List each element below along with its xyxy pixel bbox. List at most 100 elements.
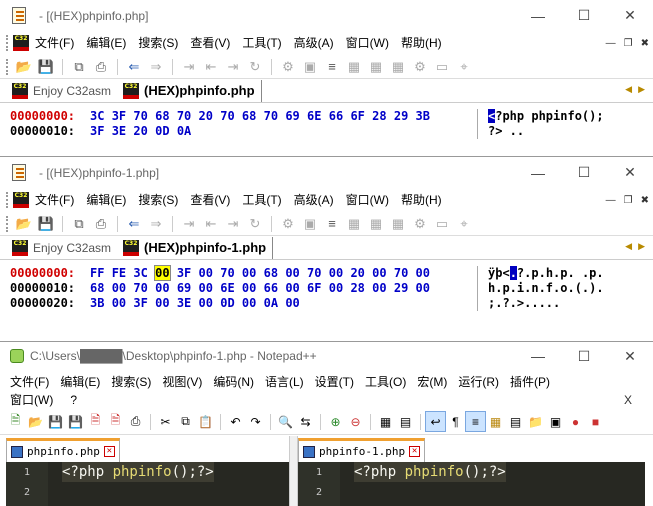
cut-icon[interactable]: ✂ [156, 412, 175, 431]
hex-icon[interactable]: ▣ [299, 56, 321, 78]
follow-icon[interactable]: ↻ [244, 213, 266, 235]
mdi-restore-button[interactable]: ❐ [624, 38, 633, 49]
hex-byte[interactable]: 68 [264, 266, 278, 280]
mdi-minimize-button[interactable]: — [606, 195, 616, 206]
hex-byte[interactable]: 68 [242, 109, 256, 123]
ascii-column[interactable]: <?php phpinfo(); ?> .. [478, 109, 604, 139]
tab-enjoy-c32asm[interactable]: C32 Enjoy C32asm [6, 237, 117, 259]
hex-byte[interactable]: 00 [112, 281, 126, 295]
tab-hex-phpinfo[interactable]: C32 (HEX)phpinfo.php [117, 79, 262, 102]
menu-tools[interactable]: 工具(O) [365, 375, 406, 389]
code-text[interactable]: <?php phpinfo();?> [48, 462, 214, 506]
menu-encoding[interactable]: 编码(N) [213, 375, 254, 389]
table-icon[interactable]: ▦ [343, 213, 365, 235]
minimize-button[interactable]: — [515, 342, 561, 370]
jump-back-icon[interactable]: ⇤ [200, 213, 222, 235]
pin-icon[interactable]: ⌖ [453, 213, 475, 235]
window-icon[interactable]: ▭ [431, 56, 453, 78]
doc-map-icon[interactable]: ▦ [486, 412, 505, 431]
menu-window[interactable]: 窗口(W) [340, 188, 395, 212]
folder-workspace-icon[interactable]: 📁 [526, 412, 545, 431]
tab-right-arrow-icon[interactable]: ▶ [638, 241, 645, 252]
hex-byte[interactable]: 6E [220, 281, 234, 295]
hex-byte[interactable]: 70 [177, 109, 191, 123]
menu-plugins[interactable]: 插件(P) [510, 375, 550, 389]
pane-splitter[interactable] [289, 436, 298, 506]
tab-close-icon[interactable]: ✕ [103, 446, 115, 457]
mdi-minimize-button[interactable]: — [606, 38, 616, 49]
mdi-close-button[interactable]: ✖ [641, 38, 649, 49]
menu-tools[interactable]: 工具(T) [236, 31, 287, 55]
menu-tools[interactable]: 工具(T) [236, 188, 287, 212]
menu-file[interactable]: 文件(F) [29, 31, 80, 55]
menu-settings[interactable]: 设置(T) [315, 375, 354, 389]
hex-byte[interactable]: 70 [307, 266, 321, 280]
hex-byte[interactable]: 70 [133, 281, 147, 295]
hex-byte[interactable]: FE [112, 266, 126, 280]
close-button[interactable]: ✕ [607, 342, 653, 370]
hex-byte[interactable]: 3F [133, 296, 147, 310]
hex-byte[interactable]: 00 [285, 296, 299, 310]
hex-bytes[interactable]: 3C 3F 70 68 70 20 70 68 70 69 6E 66 6F 28 29 3B 3F 3E 20 0D… [82, 109, 478, 139]
menu-view[interactable]: 查看(V) [184, 188, 236, 212]
forward-arrow-icon[interactable]: ⇒ [145, 56, 167, 78]
hex-byte[interactable]: 00 [199, 281, 213, 295]
hex-view[interactable]: 00000000: 00000010: 00000020: FF FE 3C 00 3F… [0, 260, 653, 311]
settings-icon[interactable]: ⚙ [277, 213, 299, 235]
menu-window[interactable]: 窗口(W) [340, 31, 395, 55]
hex-byte[interactable]: 70 [394, 266, 408, 280]
hex-byte[interactable]: 00 [199, 296, 213, 310]
hex-byte[interactable]: 00 [329, 266, 343, 280]
mdi-restore-button[interactable]: ❐ [624, 195, 633, 206]
tab-scroll-arrows[interactable]: ◀ ▶ [625, 84, 645, 95]
menu-run[interactable]: 运行(R) [458, 375, 499, 389]
find-icon[interactable]: 🔍 [276, 412, 295, 431]
grip-handle[interactable] [6, 215, 9, 232]
menu-search[interactable]: 搜索(S) [132, 31, 184, 55]
hex-byte[interactable]: 20 [350, 266, 364, 280]
indent-guide-icon[interactable]: ≡ [465, 411, 486, 432]
menu-edit[interactable]: 编辑(E) [60, 375, 100, 389]
back-arrow-icon[interactable]: ⇐ [123, 213, 145, 235]
minimize-button[interactable]: — [515, 0, 561, 31]
hex-byte[interactable]: 3F [90, 124, 104, 138]
hex-byte[interactable]: 00 [155, 281, 169, 295]
back-arrow-icon[interactable]: ⇐ [123, 56, 145, 78]
code-text[interactable]: <?php phpinfo();?> [340, 462, 506, 506]
hex-byte[interactable]: 00 [416, 266, 430, 280]
menu-window[interactable]: 窗口(W) [10, 393, 53, 407]
record-macro-icon[interactable]: ● [566, 412, 585, 431]
grid-icon[interactable]: ▦ [365, 213, 387, 235]
hex-view[interactable]: 00000000: 00000010: 3C 3F 70 68 70 20 70 68 70 69… [0, 103, 653, 139]
word-wrap-icon[interactable]: ↩ [425, 411, 446, 432]
menu-advanced[interactable]: 高级(A) [288, 188, 340, 212]
align-icon[interactable]: ≡ [321, 213, 343, 235]
hex-byte[interactable]: 00 [155, 296, 169, 310]
hex-byte[interactable]: 3C [90, 109, 104, 123]
hex-byte[interactable]: 28 [350, 281, 364, 295]
zoom-out-icon[interactable]: ⊖ [346, 412, 365, 431]
hex-byte[interactable]: 00 [199, 266, 213, 280]
jump-next-icon[interactable]: ⇥ [222, 213, 244, 235]
replace-icon[interactable]: ⇆ [296, 412, 315, 431]
hex-byte[interactable]: 3E [112, 124, 126, 138]
hex-byte[interactable]: 00 [372, 281, 386, 295]
save-all-icon[interactable]: 💾 [66, 412, 85, 431]
hex-byte[interactable]: 6E [307, 109, 321, 123]
hex-byte[interactable]: 3F [177, 266, 191, 280]
hex-byte[interactable]: 0D [155, 124, 169, 138]
copy-icon[interactable]: ⧉ [176, 412, 195, 431]
hex-byte[interactable]: 70 [133, 109, 147, 123]
jump-back-icon[interactable]: ⇤ [200, 56, 222, 78]
close-icon[interactable]: 🗎 [86, 412, 105, 431]
sync-horizontal-icon[interactable]: ▤ [396, 412, 415, 431]
minimize-button[interactable]: — [515, 157, 561, 188]
tab-phpinfo-1[interactable]: phpinfo-1.php ✕ [298, 438, 426, 462]
menu-edit[interactable]: 编辑(E) [80, 188, 132, 212]
save-icon[interactable]: 💾 [46, 412, 65, 431]
hex-byte[interactable]: 20 [199, 109, 213, 123]
sync-vertical-icon[interactable]: ▦ [376, 412, 395, 431]
hex-byte[interactable]: 70 [220, 109, 234, 123]
close-button[interactable]: ✕ [607, 0, 653, 31]
hex-byte[interactable]: 0A [177, 124, 191, 138]
